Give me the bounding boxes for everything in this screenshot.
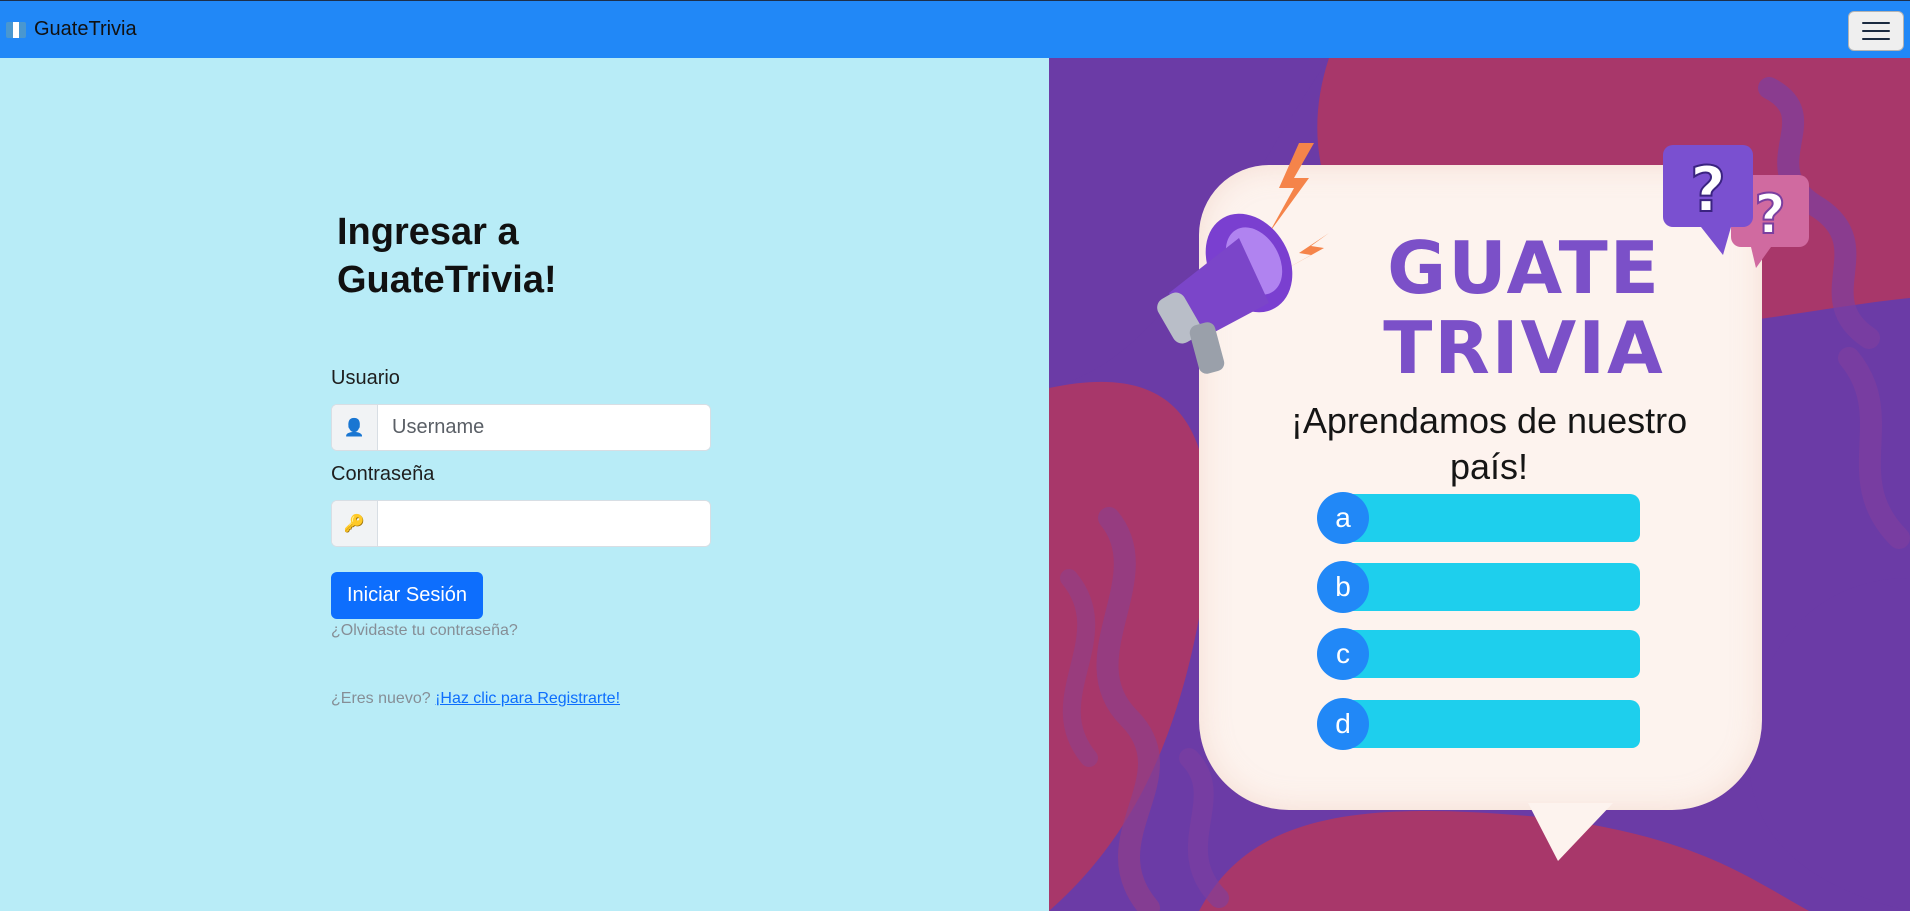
login-panel: Ingresar a GuateTrivia! Usuario 👤 Contra…: [0, 58, 1049, 911]
hamburger-line: [1862, 22, 1890, 24]
password-label: Contraseña: [331, 463, 435, 485]
logo-line-2: TRIVIA: [1383, 306, 1665, 390]
register-prompt-text: ¿Eres nuevo?: [331, 690, 431, 707]
brand-name: GuateTrivia: [34, 18, 137, 40]
svg-text:?: ?: [1754, 183, 1785, 246]
username-label: Usuario: [331, 367, 400, 389]
option-bar: [1341, 700, 1640, 748]
speech-bubble-tail: [1528, 803, 1613, 861]
login-title: Ingresar a GuateTrivia!: [337, 211, 557, 301]
option-letter: a: [1317, 492, 1369, 544]
option-d: d: [1317, 698, 1640, 750]
megaphone-icon: [1157, 143, 1329, 374]
tagline: ¡Aprendamos de nuestro país!: [1290, 400, 1688, 487]
navbar: GuateTrivia: [0, 0, 1910, 58]
option-a: a: [1317, 492, 1640, 544]
username-input-group: 👤: [331, 404, 711, 451]
option-c: c: [1317, 628, 1640, 680]
option-bar: [1341, 563, 1640, 611]
guate-trivia-logo: GUATE TRIVIA: [1359, 228, 1689, 388]
option-letter: d: [1317, 698, 1369, 750]
svg-text:?: ?: [1690, 153, 1726, 226]
option-b: b: [1317, 561, 1640, 613]
hamburger-line: [1862, 38, 1890, 40]
promo-panel: ? ? GUATE TRIVIA ¡Aprendamos de nuestro …: [1049, 58, 1910, 911]
register-prompt: ¿Eres nuevo? ¡Haz clic para Registrarte!: [331, 690, 620, 708]
hamburger-line: [1862, 30, 1890, 32]
username-input[interactable]: [378, 405, 710, 450]
option-bar: [1341, 630, 1640, 678]
option-letter: c: [1317, 628, 1369, 680]
forgot-password-link[interactable]: ¿Olvidaste tu contraseña?: [331, 622, 518, 640]
user-icon: 👤: [332, 405, 378, 450]
option-bar: [1341, 494, 1640, 542]
option-letter: b: [1317, 561, 1369, 613]
password-input[interactable]: [378, 501, 710, 546]
key-icon: 🔑: [332, 501, 378, 546]
guatemala-flag-icon: [6, 21, 26, 38]
logo-line-1: GUATE: [1387, 226, 1661, 310]
brand-link[interactable]: GuateTrivia: [6, 18, 137, 41]
login-button[interactable]: Iniciar Sesión: [331, 572, 483, 619]
password-input-group: 🔑: [331, 500, 711, 547]
register-link[interactable]: ¡Haz clic para Registrarte!: [435, 690, 620, 707]
hamburger-menu-button[interactable]: [1848, 11, 1904, 51]
